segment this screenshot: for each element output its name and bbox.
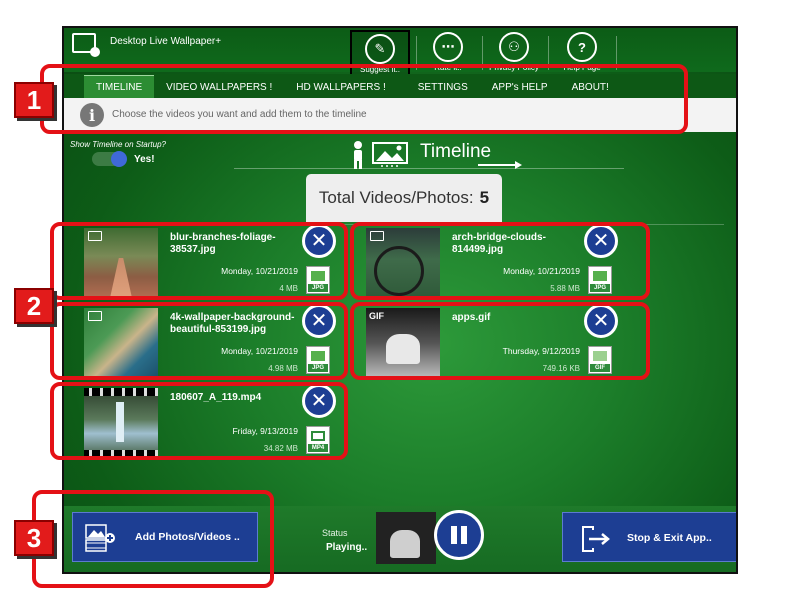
list-item[interactable]: 4k-wallpaper-background-beautiful-853199… xyxy=(68,304,338,380)
item-thumbnail xyxy=(84,388,158,458)
item-name: 4k-wallpaper-background-beautiful-853199… xyxy=(170,312,295,335)
privacy-policy-button[interactable]: ⚇ Privacy Policy xyxy=(484,30,544,76)
add-photos-videos-button[interactable]: Add Photos/Videos .. xyxy=(72,512,258,562)
exit-icon xyxy=(582,526,610,552)
privacy-icon: ⚇ xyxy=(499,32,529,62)
person-icon xyxy=(354,141,362,169)
info-text: Choose the videos you want and add them … xyxy=(112,109,367,120)
timeline-arrow-icon xyxy=(478,161,522,169)
item-date: Thursday, 9/12/2019 xyxy=(502,346,580,356)
timeline-title: Timeline xyxy=(420,141,492,162)
rate-label: Rate it.. xyxy=(434,63,462,72)
tab-settings[interactable]: SETTINGS xyxy=(406,76,480,98)
add-photos-videos-label: Add Photos/Videos .. xyxy=(135,531,240,543)
status-value: Playing.. xyxy=(326,542,368,553)
suggest-button[interactable]: ✎ Suggest it.. xyxy=(350,30,410,76)
startup-toggle[interactable] xyxy=(92,151,127,167)
bottom-bar: Add Photos/Videos .. Status Playing.. St… xyxy=(64,506,736,572)
title-bar: Desktop Live Wallpaper+ ✎ Suggest it.. ⋯… xyxy=(64,28,736,76)
item-name: blur-branches-foliage-38537.jpg xyxy=(170,232,276,255)
app-title: Desktop Live Wallpaper+ xyxy=(110,36,222,47)
suggest-label: Suggest it.. xyxy=(359,65,401,74)
help-page-button[interactable]: ? Help Page xyxy=(552,30,612,76)
startup-label: Show Timeline on Startup? xyxy=(70,140,166,149)
help-label: Help Page xyxy=(563,63,601,72)
rate-icon: ⋯ xyxy=(433,32,463,62)
app-logo-icon xyxy=(72,33,100,57)
item-thumbnail: GIF xyxy=(366,308,440,378)
item-thumbnail xyxy=(366,228,440,298)
total-count: 5 xyxy=(479,188,490,207)
item-thumbnail xyxy=(84,308,158,378)
callout-badge-2: 2 xyxy=(14,288,54,324)
jpg-file-icon: JPG xyxy=(588,266,612,294)
list-item[interactable]: 180607_A_119.mp4 Friday, 9/13/2019 34.82… xyxy=(68,384,338,460)
total-label: Total Videos/Photos: xyxy=(318,188,474,207)
mp4-file-icon: MP4 xyxy=(306,426,330,454)
info-bar: i Choose the videos you want and add the… xyxy=(64,98,736,132)
pause-button[interactable] xyxy=(434,510,484,560)
tab-video-wallpapers[interactable]: VIDEO WALLPAPERS ! xyxy=(154,76,284,98)
item-name: 180607_A_119.mp4 xyxy=(170,392,262,403)
photo-badge-icon xyxy=(370,231,384,241)
remove-item-button[interactable]: ✕ xyxy=(302,304,336,338)
item-date: Monday, 10/21/2019 xyxy=(503,266,580,276)
list-item[interactable]: blur-branches-foliage-38537.jpg Monday, … xyxy=(68,224,338,300)
rate-button[interactable]: ⋯ Rate it.. xyxy=(418,30,478,76)
now-playing-thumbnail xyxy=(376,512,436,564)
info-icon: i xyxy=(80,103,104,127)
tab-apps-help[interactable]: APP's HELP xyxy=(480,76,560,98)
total-count-box: Total Videos/Photos: 5 xyxy=(306,174,502,222)
gif-badge-icon: GIF xyxy=(369,311,384,321)
list-item[interactable]: GIF apps.gif Thursday, 9/12/2019 749.16 … xyxy=(350,304,620,380)
help-icon: ? xyxy=(567,32,597,62)
stop-exit-button[interactable]: Stop & Exit App.. xyxy=(562,512,736,562)
photo-badge-icon xyxy=(88,231,102,241)
item-size: 4.98 MB xyxy=(268,364,298,373)
remove-item-button[interactable]: ✕ xyxy=(302,384,336,418)
stop-exit-label: Stop & Exit App.. xyxy=(627,532,712,544)
status-label: Status xyxy=(322,528,348,538)
item-date: Friday, 9/13/2019 xyxy=(232,426,298,436)
jpg-file-icon: JPG xyxy=(306,346,330,374)
tab-about[interactable]: ABOUT! xyxy=(560,76,621,98)
remove-item-button[interactable]: ✕ xyxy=(584,224,618,258)
remove-item-button[interactable]: ✕ xyxy=(584,304,618,338)
jpg-file-icon: JPG xyxy=(306,266,330,294)
item-size: 5.88 MB xyxy=(550,284,580,293)
suggest-icon: ✎ xyxy=(365,34,395,64)
tab-bar: TIMELINE VIDEO WALLPAPERS ! HD WALLPAPER… xyxy=(64,74,736,98)
remove-item-button[interactable]: ✕ xyxy=(302,224,336,258)
item-date: Monday, 10/21/2019 xyxy=(221,266,298,276)
privacy-label: Privacy Policy xyxy=(489,63,539,72)
picture-icon xyxy=(372,142,408,167)
item-date: Monday, 10/21/2019 xyxy=(221,346,298,356)
tab-hd-wallpapers[interactable]: HD WALLPAPERS ! xyxy=(284,76,397,98)
startup-toggle-value: Yes! xyxy=(134,154,155,165)
item-thumbnail xyxy=(84,228,158,298)
timeline-header-divider xyxy=(234,168,624,169)
photo-badge-icon xyxy=(88,311,102,321)
item-name: arch-bridge-clouds-814499.jpg xyxy=(452,232,546,255)
add-media-icon xyxy=(85,524,115,552)
item-size: 4 MB xyxy=(279,284,298,293)
list-item[interactable]: arch-bridge-clouds-814499.jpg Monday, 10… xyxy=(350,224,620,300)
callout-badge-3: 3 xyxy=(14,520,54,556)
tab-timeline[interactable]: TIMELINE xyxy=(84,75,155,98)
item-size: 749.16 KB xyxy=(542,364,580,373)
app-window: Desktop Live Wallpaper+ ✎ Suggest it.. ⋯… xyxy=(62,26,738,574)
callout-badge-1: 1 xyxy=(14,82,54,118)
item-size: 34.82 MB xyxy=(263,444,298,453)
gif-file-icon: GIF xyxy=(588,346,612,374)
item-name: apps.gif xyxy=(452,312,491,323)
